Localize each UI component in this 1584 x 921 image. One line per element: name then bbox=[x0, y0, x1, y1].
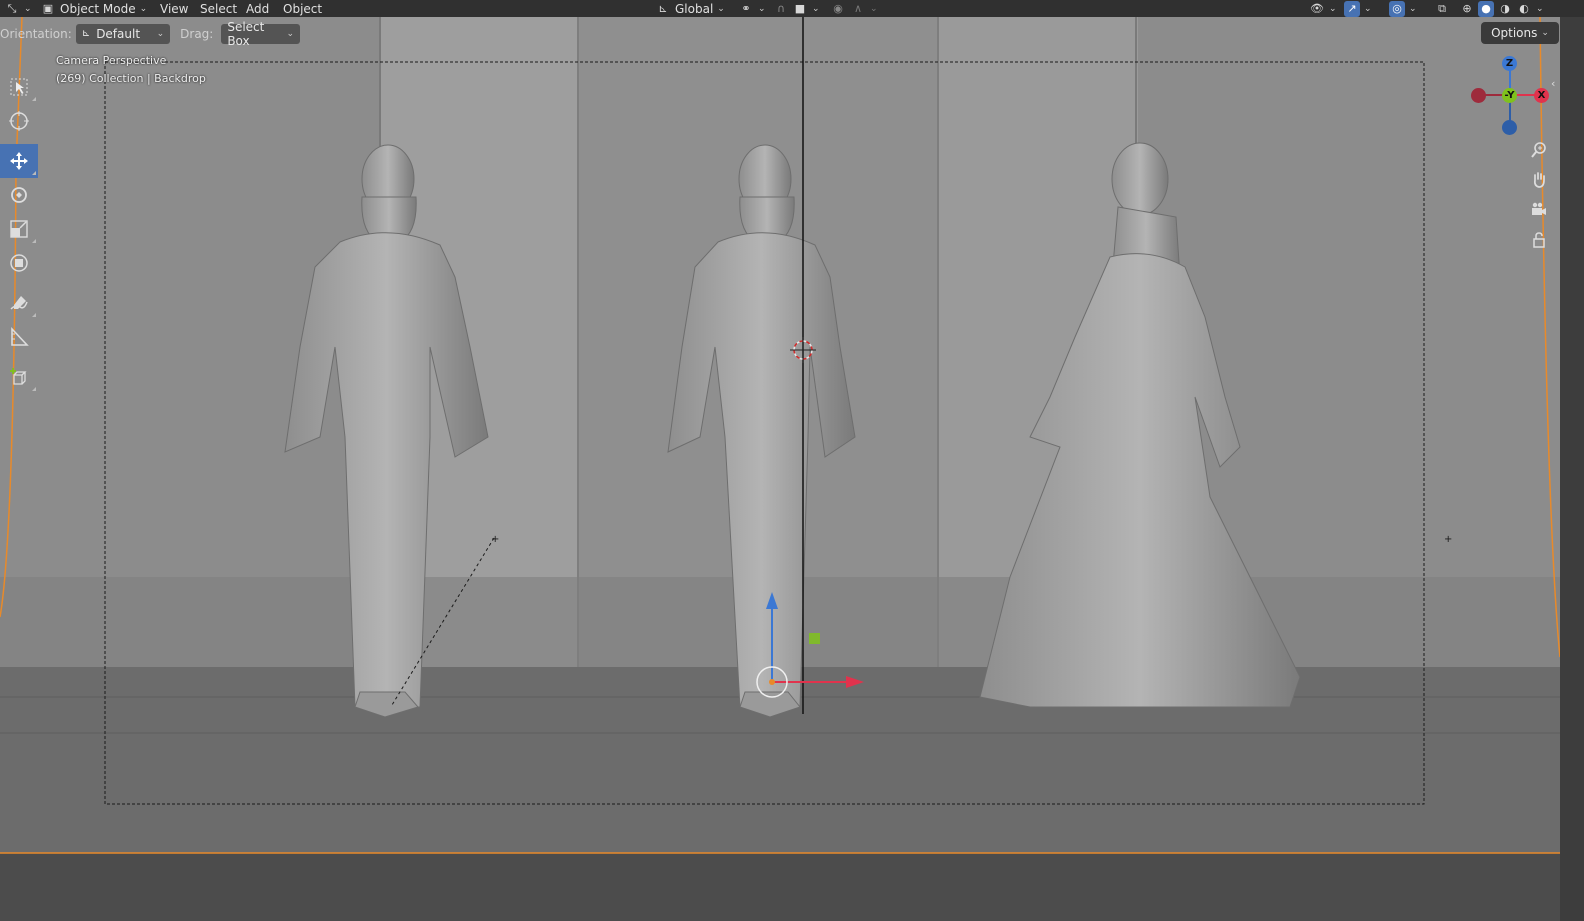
camera-view-button[interactable] bbox=[1526, 197, 1552, 223]
snap-increment-icon: ■ bbox=[794, 2, 806, 15]
measure-ruler-icon bbox=[11, 326, 29, 346]
tool-settings-bar: Orientation: ⊾ Default ⌄ Drag: Select Bo… bbox=[0, 20, 300, 48]
xray-icon: ⧉ bbox=[1438, 1, 1446, 15]
transform-orientation-selector[interactable]: ⊾ Global ⌄ bbox=[655, 0, 724, 17]
transform-tool[interactable] bbox=[0, 246, 38, 280]
wireframe-sphere-icon: ⊕ bbox=[1462, 2, 1472, 15]
unlock-icon bbox=[1533, 232, 1545, 248]
rendered-shading-button[interactable]: ◐ ⌄ bbox=[1516, 0, 1543, 17]
solid-shading-button[interactable]: ● bbox=[1478, 0, 1494, 17]
cursor-tool[interactable] bbox=[0, 104, 38, 138]
gizmo-toggle[interactable]: ↗ ⌄ bbox=[1344, 0, 1372, 17]
orientation-value: Default bbox=[96, 26, 141, 41]
viewport-header: ⤡ ⌄ ▣ Object Mode ⌄ View Select Add Objec… bbox=[0, 0, 1584, 17]
gizmo-x-axis[interactable]: X bbox=[1534, 88, 1549, 103]
measure-tool[interactable] bbox=[0, 320, 38, 354]
overlays-toggle[interactable]: ◎ ⌄ bbox=[1389, 0, 1417, 17]
menu-select[interactable]: Select bbox=[198, 0, 239, 17]
lock-camera-button[interactable] bbox=[1526, 227, 1552, 253]
object-mode-icon: ▣ bbox=[42, 2, 54, 15]
gizmo-neg-x-axis[interactable] bbox=[1471, 88, 1486, 103]
scale-icon bbox=[10, 220, 28, 238]
scene-render[interactable]: + + bbox=[0, 17, 1560, 921]
magnet-icon: ∩ bbox=[776, 2, 786, 15]
gizmo-neg-z-axis[interactable] bbox=[1502, 120, 1517, 135]
drag-dropdown[interactable]: Select Box ⌄ bbox=[221, 20, 300, 48]
pivot-point-selector[interactable]: ⚭ ⌄ bbox=[738, 0, 765, 17]
solid-sphere-icon: ● bbox=[1478, 0, 1494, 17]
camera-icon bbox=[1532, 202, 1546, 215]
gizmo-arrows-icon: ↗ bbox=[1344, 0, 1360, 17]
xray-toggle[interactable]: ⧉ bbox=[1434, 0, 1450, 17]
orientation-axes-icon: ⊾ bbox=[81, 28, 91, 39]
hand-pan-icon bbox=[1533, 172, 1545, 188]
orientation-label: Orientation: bbox=[0, 26, 72, 41]
overlays-circles-icon: ◎ bbox=[1389, 0, 1405, 17]
pan-button[interactable] bbox=[1526, 167, 1552, 193]
material-sphere-icon: ◑ bbox=[1500, 2, 1510, 15]
cursor-icon bbox=[9, 111, 29, 131]
falloff-selector[interactable]: ∧ ⌄ bbox=[850, 0, 878, 17]
svg-text:+: + bbox=[491, 534, 499, 545]
rendered-sphere-icon: ◐ bbox=[1519, 2, 1529, 15]
3d-viewport[interactable]: + + Camera Perspective (269) Collection … bbox=[0, 17, 1560, 921]
transform-orientation-label: Global bbox=[675, 1, 714, 16]
proportional-circle-icon: ◉ bbox=[833, 2, 843, 15]
menu-add[interactable]: Add bbox=[244, 0, 271, 17]
collection-info-label: (269) Collection | Backdrop bbox=[56, 72, 206, 85]
move-icon bbox=[10, 152, 28, 170]
sidebar-toggle-arrow-icon[interactable]: ‹ bbox=[1551, 77, 1555, 90]
rotate-tool[interactable] bbox=[0, 178, 38, 212]
drag-value: Select Box bbox=[227, 19, 265, 48]
svg-text:+: + bbox=[1444, 534, 1452, 545]
options-dropdown[interactable]: Options ⌄ bbox=[1481, 22, 1559, 44]
proportional-editing-toggle[interactable]: ◉ bbox=[830, 0, 846, 17]
select-box-tool[interactable] bbox=[0, 70, 38, 104]
mode-selector[interactable]: ▣ Object Mode ⌄ bbox=[40, 0, 147, 17]
eye-icon: 👁 bbox=[1310, 2, 1324, 15]
rotate-icon bbox=[11, 187, 27, 203]
select-box-icon bbox=[10, 78, 28, 96]
options-label: Options bbox=[1491, 26, 1538, 40]
falloff-curve-icon: ∧ bbox=[853, 2, 863, 15]
orientation-axes-icon: ⤡ bbox=[7, 1, 17, 15]
drag-label: Drag: bbox=[180, 26, 214, 41]
annotate-tool[interactable] bbox=[0, 286, 38, 320]
add-cube-tool[interactable] bbox=[0, 360, 38, 394]
view-name-label: Camera Perspective bbox=[56, 54, 167, 67]
zoom-button[interactable] bbox=[1526, 137, 1552, 163]
transform-icon bbox=[10, 254, 28, 272]
gizmo-neg-y-axis[interactable]: -Y bbox=[1502, 88, 1517, 103]
menu-object[interactable]: Object bbox=[281, 0, 324, 17]
add-cube-icon bbox=[10, 368, 27, 385]
menu-view[interactable]: View bbox=[158, 0, 190, 17]
visibility-selector[interactable]: 👁 ⌄ bbox=[1309, 0, 1337, 17]
global-axes-icon: ⊾ bbox=[658, 2, 668, 15]
mode-label: Object Mode bbox=[60, 1, 136, 16]
move-tool[interactable] bbox=[0, 144, 38, 178]
orientation-dropdown[interactable]: ⊾ Default ⌄ bbox=[75, 23, 171, 44]
snap-target-selector[interactable]: ■ ⌄ bbox=[792, 0, 820, 17]
material-shading-button[interactable]: ◑ bbox=[1497, 0, 1513, 17]
snap-toggle[interactable]: ∩ bbox=[773, 0, 789, 17]
editor-type-selector[interactable]: ⤡ ⌄ bbox=[4, 0, 32, 17]
gizmo-z-axis[interactable]: Z bbox=[1502, 56, 1517, 71]
wireframe-shading-button[interactable]: ⊕ bbox=[1459, 0, 1475, 17]
annotate-pencil-icon bbox=[10, 296, 28, 310]
pivot-link-icon: ⚭ bbox=[741, 2, 751, 15]
zoom-magnifier-icon bbox=[1531, 142, 1546, 158]
scale-tool[interactable] bbox=[0, 212, 38, 246]
tool-shelf bbox=[0, 70, 38, 394]
